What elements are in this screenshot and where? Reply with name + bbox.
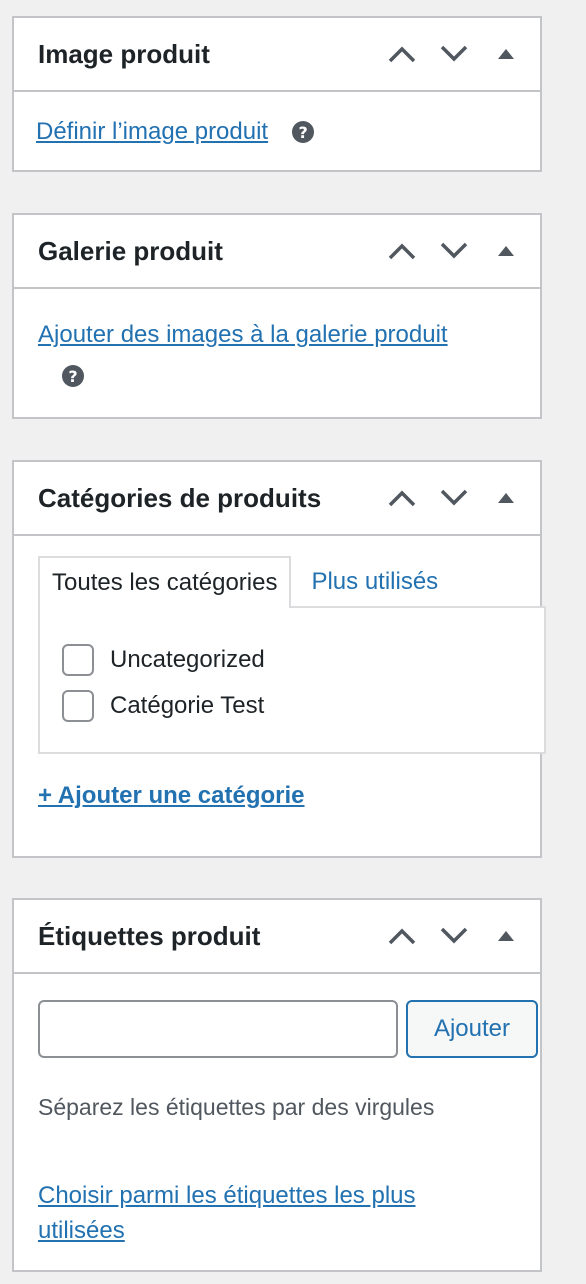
- category-label: Catégorie Test: [110, 692, 265, 719]
- tab-all-categories[interactable]: Toutes les catégories: [38, 556, 292, 608]
- add-gallery-images-link[interactable]: Ajouter des images à la galerie produit: [38, 321, 448, 348]
- product-tags-box: Étiquettes produit Ajouter Séparez les é…: [12, 898, 542, 1272]
- product-gallery-title: Galerie produit: [38, 235, 223, 266]
- product-gallery-body: Ajouter des images à la galerie produit: [38, 321, 448, 349]
- category-checkbox-uncategorized[interactable]: [62, 644, 94, 676]
- set-product-image-link[interactable]: Définir l’image produit: [36, 118, 268, 146]
- choose-tags-wrap: Choisir parmi les étiquettes les plus ut…: [38, 1180, 508, 1250]
- product-tags-title: Étiquettes produit: [38, 920, 261, 951]
- product-image-header: Image produit: [14, 18, 540, 92]
- move-up-button[interactable]: [376, 910, 428, 962]
- category-item: Uncategorized: [62, 644, 265, 676]
- product-image-body: Définir l’image produit ?: [36, 118, 315, 146]
- product-categories-header: Catégories de produits: [14, 462, 540, 536]
- product-categories-box: Catégories de produits Toutes les catégo…: [12, 460, 546, 858]
- tab-most-used[interactable]: Plus utilisés: [291, 556, 458, 608]
- chevron-up-icon: [388, 46, 416, 63]
- product-categories-title: Catégories de produits: [38, 482, 322, 513]
- product-gallery-header: Galerie produit: [14, 215, 540, 289]
- add-category-wrap: + Ajouter une catégorie: [38, 782, 305, 810]
- category-checklist: Uncategorized Catégorie Test: [38, 606, 546, 754]
- product-image-box: Image produit Définir l’image produit ?: [12, 16, 542, 172]
- chevron-down-icon: [440, 242, 468, 259]
- move-down-button[interactable]: [428, 225, 480, 277]
- chevron-down-icon: [440, 489, 468, 506]
- triangle-up-icon: [498, 931, 514, 941]
- toggle-panel-button[interactable]: [480, 910, 532, 962]
- chevron-up-icon: [388, 490, 416, 507]
- tags-hint: Séparez les étiquettes par des virgules: [38, 1094, 435, 1120]
- toggle-panel-button[interactable]: [480, 28, 532, 80]
- toggle-panel-button[interactable]: [480, 225, 532, 277]
- move-down-button[interactable]: [428, 910, 480, 962]
- category-checkbox-test[interactable]: [62, 690, 94, 722]
- product-tags-header: Étiquettes produit: [14, 900, 540, 974]
- triangle-up-icon: [498, 49, 514, 59]
- question-circle-icon[interactable]: ?: [62, 365, 84, 387]
- triangle-up-icon: [498, 246, 514, 256]
- toggle-panel-button[interactable]: [480, 472, 532, 524]
- chevron-down-icon: [440, 45, 468, 62]
- add-category-link[interactable]: + Ajouter une catégorie: [38, 782, 305, 809]
- chevron-down-icon: [440, 927, 468, 944]
- chevron-up-icon: [388, 928, 416, 945]
- tag-input[interactable]: [38, 1000, 398, 1058]
- move-down-button[interactable]: [428, 28, 480, 80]
- move-up-button[interactable]: [376, 28, 428, 80]
- product-gallery-box: Galerie produit Ajouter des images à la …: [12, 213, 542, 419]
- choose-most-used-tags-link[interactable]: Choisir parmi les étiquettes les plus ut…: [38, 1182, 416, 1244]
- category-tabs: Toutes les catégories Plus utilisés: [38, 556, 458, 608]
- add-tag-button[interactable]: Ajouter: [406, 1000, 538, 1058]
- category-label: Uncategorized: [110, 646, 265, 673]
- move-down-button[interactable]: [428, 472, 480, 524]
- chevron-up-icon: [388, 243, 416, 260]
- category-item: Catégorie Test: [62, 690, 264, 722]
- product-image-title: Image produit: [38, 38, 210, 69]
- triangle-up-icon: [498, 493, 514, 503]
- move-up-button[interactable]: [376, 225, 428, 277]
- question-circle-icon[interactable]: ?: [292, 121, 315, 143]
- move-up-button[interactable]: [376, 472, 428, 524]
